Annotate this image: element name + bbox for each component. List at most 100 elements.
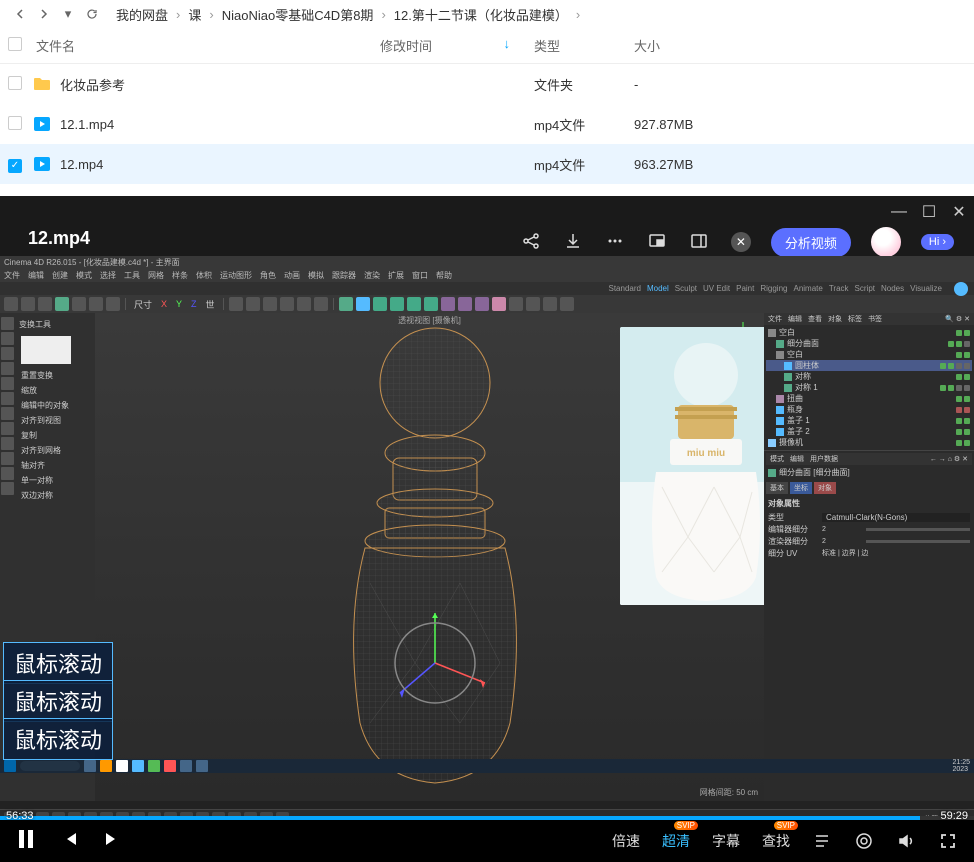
- nav-back-icon[interactable]: [12, 6, 28, 22]
- prim-icon[interactable]: [373, 297, 387, 311]
- panel-item[interactable]: 重置变换: [17, 368, 93, 383]
- prim-icon[interactable]: [475, 297, 489, 311]
- tool-icon[interactable]: [229, 297, 243, 311]
- prim-icon[interactable]: [390, 297, 404, 311]
- minimize-icon[interactable]: —: [892, 205, 906, 219]
- col-modified[interactable]: 修改时间↓: [380, 36, 534, 55]
- tool-icon[interactable]: [297, 297, 311, 311]
- prim-icon[interactable]: [560, 297, 574, 311]
- pip-icon[interactable]: [647, 231, 669, 253]
- col-name[interactable]: 文件名: [32, 36, 380, 55]
- tool-icon[interactable]: [314, 297, 328, 311]
- taskbar-app-icon[interactable]: [84, 760, 96, 772]
- mode-icon[interactable]: [1, 362, 14, 375]
- mode-icon[interactable]: [1, 317, 14, 330]
- taskbar-app-icon[interactable]: [132, 760, 144, 772]
- tool-icon[interactable]: [106, 297, 120, 311]
- search-box[interactable]: [20, 761, 80, 771]
- mode-icon[interactable]: [1, 452, 14, 465]
- mode-icon[interactable]: [1, 347, 14, 360]
- close-icon[interactable]: ✕: [952, 205, 966, 219]
- pause-button[interactable]: [16, 828, 36, 855]
- taskbar-app-icon[interactable]: [196, 760, 208, 772]
- taskbar-app-icon[interactable]: [164, 760, 176, 772]
- select-all-checkbox[interactable]: [8, 37, 22, 51]
- analyze-button[interactable]: 分析视频: [771, 228, 851, 257]
- avatar[interactable]: [871, 227, 901, 257]
- col-type[interactable]: 类型: [534, 36, 634, 55]
- panel-item[interactable]: 编辑中的对象: [17, 398, 93, 413]
- mode-icon[interactable]: [1, 332, 14, 345]
- close-round-icon[interactable]: ✕: [731, 232, 751, 252]
- mode-icon[interactable]: [1, 392, 14, 405]
- volume-icon[interactable]: [896, 831, 916, 851]
- tool-icon[interactable]: [246, 297, 260, 311]
- tool-icon[interactable]: [38, 297, 52, 311]
- crumb[interactable]: 我的网盘: [112, 5, 172, 24]
- object-tree[interactable]: 空白 细分曲面 空白 圆柱体 对称 对称 1 扭曲 瓶身 盖子 1 盖子 2 摄…: [764, 325, 974, 450]
- panel-item[interactable]: 对齐到视图: [17, 413, 93, 428]
- mode-icon[interactable]: [1, 467, 14, 480]
- row-checkbox[interactable]: [8, 116, 22, 130]
- mode-icon[interactable]: [1, 437, 14, 450]
- find-button[interactable]: 查找SVIP: [762, 831, 790, 851]
- c4d-viewport[interactable]: 透视视图 [摄像机]: [95, 313, 764, 801]
- hi-badge[interactable]: Hi ›: [921, 234, 954, 250]
- file-row[interactable]: ✓ 12.mp4 mp4文件 963.27MB: [0, 144, 974, 184]
- col-size[interactable]: 大小: [634, 36, 724, 55]
- panel-item[interactable]: 缩放: [17, 383, 93, 398]
- prim-icon[interactable]: [356, 297, 370, 311]
- subtitle-button[interactable]: 字幕: [712, 831, 740, 851]
- prim-icon[interactable]: [407, 297, 421, 311]
- tool-icon[interactable]: [263, 297, 277, 311]
- material-swatch[interactable]: [21, 336, 71, 364]
- prim-icon[interactable]: [339, 297, 353, 311]
- prim-icon[interactable]: [526, 297, 540, 311]
- nav-forward-icon[interactable]: [36, 6, 52, 22]
- tool-move-icon[interactable]: [55, 297, 69, 311]
- taskbar-app-icon[interactable]: [100, 760, 112, 772]
- panel-item[interactable]: 轴对齐: [17, 458, 93, 473]
- mode-icon[interactable]: [1, 407, 14, 420]
- fullscreen-icon[interactable]: [938, 831, 958, 851]
- panel-item[interactable]: 单一对称: [17, 473, 93, 488]
- sidebar-icon[interactable]: [689, 231, 711, 253]
- tool-icon[interactable]: [280, 297, 294, 311]
- mode-icon[interactable]: [1, 377, 14, 390]
- crumb[interactable]: NiaoNiao零基础C4D第8期: [218, 5, 378, 24]
- panel-item[interactable]: 双边对称: [17, 488, 93, 503]
- file-row[interactable]: 化妆品参考 文件夹 -: [0, 64, 974, 104]
- download-icon[interactable]: [563, 231, 585, 253]
- mode-icon[interactable]: [1, 482, 14, 495]
- tool-icon[interactable]: [89, 297, 103, 311]
- nav-dropdown-icon[interactable]: ▾: [60, 6, 76, 22]
- tool-icon[interactable]: [72, 297, 86, 311]
- quality-button[interactable]: 超清SVIP: [662, 831, 690, 851]
- more-icon[interactable]: [605, 231, 627, 253]
- file-row[interactable]: 12.1.mp4 mp4文件 927.87MB: [0, 104, 974, 144]
- help-icon[interactable]: [954, 282, 968, 296]
- mode-icon[interactable]: [1, 422, 14, 435]
- nav-refresh-icon[interactable]: [84, 6, 100, 22]
- prim-icon[interactable]: [509, 297, 523, 311]
- prim-icon[interactable]: [543, 297, 557, 311]
- next-button[interactable]: [104, 831, 120, 852]
- tool-icon[interactable]: [21, 297, 35, 311]
- row-checkbox[interactable]: [8, 76, 22, 90]
- row-checkbox[interactable]: ✓: [8, 159, 22, 173]
- prim-icon[interactable]: [424, 297, 438, 311]
- maximize-icon[interactable]: ☐: [922, 205, 936, 219]
- settings-icon[interactable]: [854, 831, 874, 851]
- tool-icon[interactable]: [4, 297, 18, 311]
- taskbar-app-icon[interactable]: [116, 760, 128, 772]
- start-icon[interactable]: [4, 760, 16, 772]
- speed-button[interactable]: 倍速: [612, 831, 640, 851]
- crumb[interactable]: 课: [184, 5, 205, 24]
- share-icon[interactable]: [521, 231, 543, 253]
- prim-icon[interactable]: [492, 297, 506, 311]
- taskbar-app-icon[interactable]: [148, 760, 160, 772]
- panel-item[interactable]: 复制: [17, 428, 93, 443]
- prim-icon[interactable]: [458, 297, 472, 311]
- prev-button[interactable]: [62, 831, 78, 852]
- crumb[interactable]: 12.第十二节课（化妆品建模）: [390, 5, 572, 24]
